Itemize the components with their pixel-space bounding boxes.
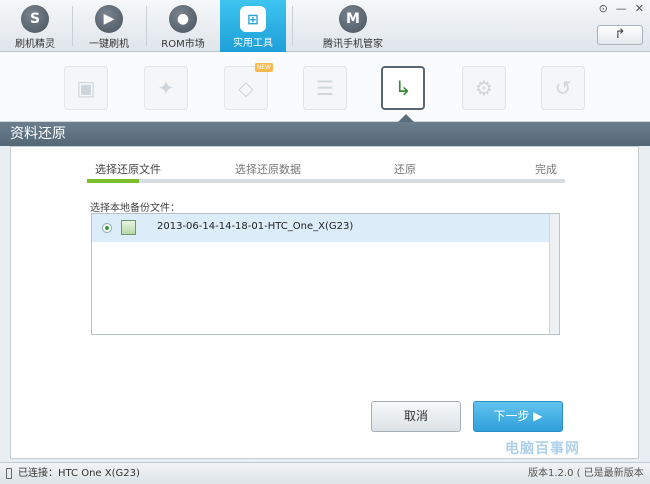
feedback-icon[interactable]: ⊙: [599, 2, 608, 15]
connection-status: 已连接：HTC One X(G23): [18, 468, 140, 479]
restore-panel: 选择还原文件 选择还原数据 还原 完成 选择本地备份文件： 2013-06-14…: [10, 146, 639, 459]
step-select-file: 选择还原文件: [95, 163, 161, 176]
window-controls: ⊙ — ✕: [599, 2, 644, 15]
backup-file-list: 2013-06-14-14-18-01-HTC_One_X(G23): [91, 213, 560, 335]
puzzle-icon: ✦: [157, 76, 175, 100]
document-icon: ☰: [316, 76, 334, 100]
gear-icon: ⚙: [475, 76, 493, 100]
step-restore: 还原: [394, 163, 416, 176]
version-text: 版本1.2.0 ( 已是最新版本 ): [528, 468, 644, 479]
refresh-button[interactable]: ↱: [597, 25, 643, 45]
flash-wizard-icon: S: [21, 5, 49, 33]
next-button[interactable]: 下一步 ▶: [473, 401, 563, 432]
android-icon: ●: [169, 5, 197, 33]
nav-divider: [72, 6, 73, 46]
nav-item-label: ROM市场: [161, 39, 205, 50]
nav-item-utilities[interactable]: ⊞ 实用工具: [220, 0, 286, 52]
nav-item-label: 实用工具: [233, 38, 273, 49]
sync-icon: ↺: [554, 76, 572, 100]
tool-app-manager[interactable]: ▣: [64, 66, 108, 110]
nav-item-rom-market[interactable]: ● ROM市场: [152, 0, 214, 52]
restore-document-icon: ↳: [394, 76, 412, 100]
nav-item-label: 腾讯手机管家: [323, 39, 383, 50]
step-select-data: 选择还原数据: [235, 163, 301, 176]
step-complete: 完成: [535, 163, 557, 176]
nav-item-one-click-flash[interactable]: ▶ 一键刷机: [78, 0, 140, 52]
new-badge: NEW: [254, 63, 273, 72]
tool-security[interactable]: ◇ NEW: [224, 63, 273, 110]
file-radio[interactable]: [102, 223, 112, 233]
tool-strip: ▣ ✦ ◇ NEW ☰ ↳ ⚙ ↺: [0, 52, 650, 122]
backup-list-label: 选择本地备份文件：: [90, 203, 180, 214]
tool-sync[interactable]: ↺: [541, 66, 585, 110]
tencent-manager-icon: M: [339, 5, 367, 33]
list-item[interactable]: 2013-06-14-14-18-01-HTC_One_X(G23): [92, 214, 550, 242]
tool-plugin[interactable]: ✦: [144, 66, 188, 110]
tool-settings[interactable]: ⚙: [462, 66, 506, 110]
grid-icon: ⊞: [240, 6, 266, 32]
nav-divider: [292, 6, 293, 46]
step-progress: 选择还原文件 选择还原数据 还原 完成: [87, 161, 565, 185]
minimize-icon[interactable]: —: [616, 2, 627, 15]
backup-file-icon: [121, 220, 136, 235]
bag-icon: ▣: [76, 76, 96, 100]
nav-item-flash-wizard[interactable]: S 刷机精灵: [4, 0, 66, 52]
cancel-button[interactable]: 取消: [371, 401, 461, 432]
phone-icon: [6, 468, 12, 479]
refresh-icon: ↱: [614, 27, 626, 42]
close-icon[interactable]: ✕: [635, 2, 644, 15]
shield-icon: ◇: [238, 76, 254, 100]
step-progress-fill: [87, 179, 139, 183]
file-name: 2013-06-14-14-18-01-HTC_One_X(G23): [157, 221, 354, 232]
active-tool-pointer: [398, 114, 414, 122]
top-nav-bar: S 刷机精灵 ▶ 一键刷机 ● ROM市场 ⊞ 实用工具 M 腾讯手机管家 ⊙ …: [0, 0, 650, 52]
status-bar: 已连接：HTC One X(G23) 版本1.2.0 ( 已是最新版本 ): [0, 462, 650, 484]
nav-item-tencent-manager[interactable]: M 腾讯手机管家: [316, 0, 390, 52]
play-icon: ▶: [95, 5, 123, 33]
nav-item-label: 刷机精灵: [15, 39, 55, 50]
watermark: 电脑百事网: [505, 441, 580, 457]
tool-backup[interactable]: ☰: [303, 66, 347, 110]
step-progress-bar: [87, 179, 565, 183]
nav-item-label: 一键刷机: [89, 39, 129, 50]
list-scrollbar[interactable]: [549, 214, 559, 334]
page-title: 资料还原: [0, 122, 650, 146]
nav-divider: [146, 6, 147, 46]
tool-restore[interactable]: ↳: [381, 66, 425, 110]
